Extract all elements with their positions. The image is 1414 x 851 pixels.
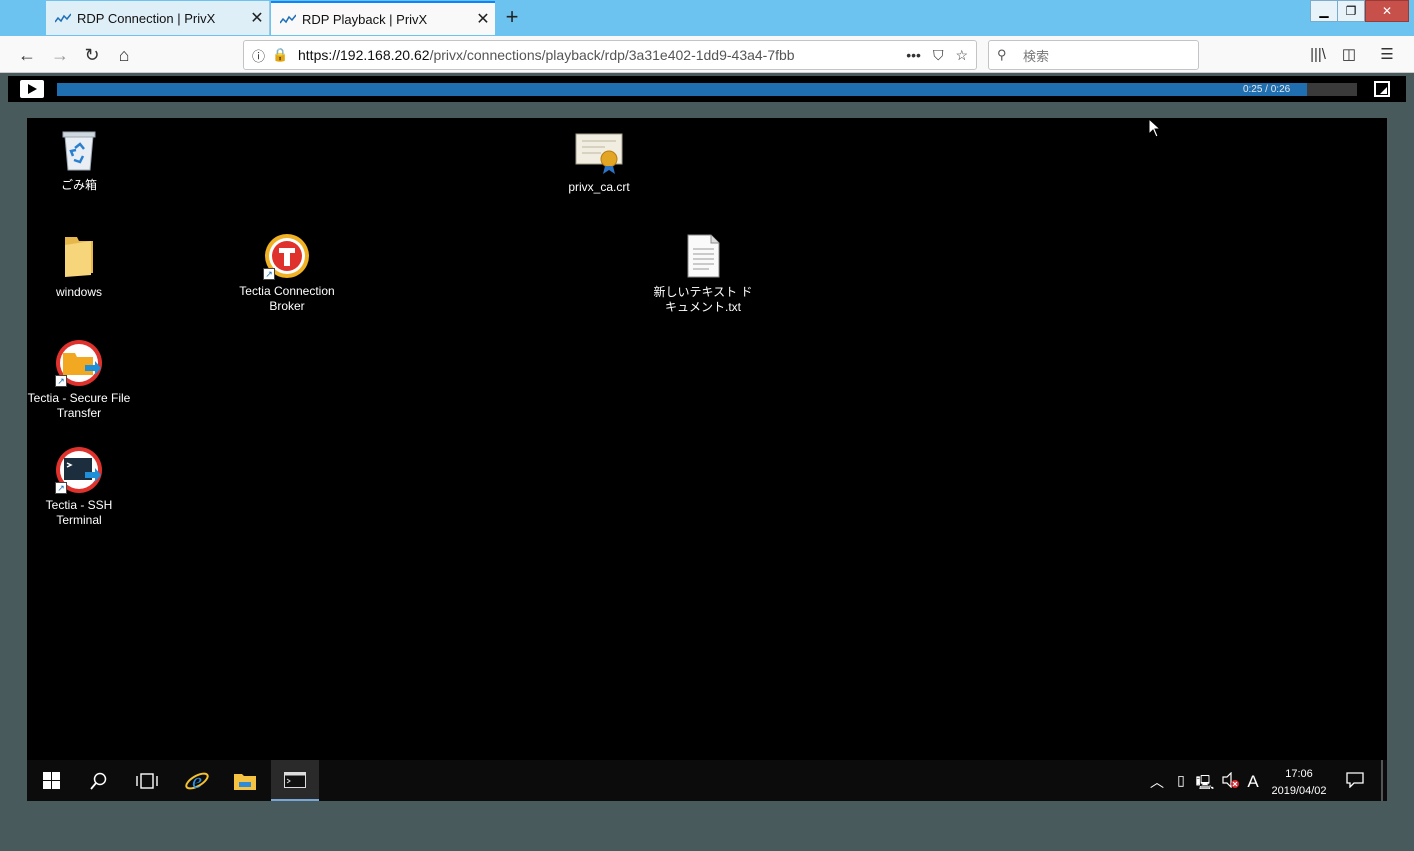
remote-desktop: ごみ箱 privx_ca.crt windows ↗ Tectia Connec… [27, 118, 1387, 801]
playback-controls: 0:25 / 0:26 [8, 76, 1406, 102]
desktop-icon-label: privx_ca.crt [568, 180, 630, 194]
pocket-icon[interactable]: ⛉ [933, 47, 944, 64]
browser-toolbar: ← → ↻ ⌂ ⓘ 🔒 https://192.168.20.62/privx/… [0, 36, 1414, 73]
volume-muted-icon[interactable] [1221, 771, 1241, 790]
desktop-icon-label: Tectia - Secure File Transfer [27, 391, 131, 420]
desktop-icon-tectia-ssh-terminal[interactable]: ↗ Tectia - SSH Terminal [27, 446, 131, 528]
search-input[interactable]: ⚲ 検索 [988, 40, 1199, 70]
menu-button[interactable]: ☰ [1373, 40, 1401, 70]
tab-rdp-playback[interactable]: RDP Playback | PrivX ✕ [271, 1, 495, 35]
bookmark-star-icon[interactable]: ☆ [955, 47, 968, 64]
desktop-icon-tectia-sft[interactable]: ↗ Tectia - Secure File Transfer [27, 339, 131, 421]
forward-arrow-icon: → [51, 45, 69, 65]
timecode: 0:25 / 0:26 [1242, 84, 1291, 95]
desktop-icon-label: Tectia Connection Broker [239, 284, 335, 313]
url-host: https://192.168.20.62 [298, 47, 430, 63]
clock-time: 17:06 [1285, 768, 1313, 780]
desktop-icon-label: Tectia - SSH Terminal [45, 498, 113, 527]
usb-device-icon[interactable]: ▯ [1171, 772, 1191, 790]
tab-title: RDP Playback | PrivX [302, 11, 428, 27]
tab-close-icon[interactable]: ✕ [471, 9, 495, 29]
desktop-icon-label: windows [55, 285, 103, 299]
ime-mode-indicator[interactable]: A [1243, 772, 1263, 791]
tectia-icon: ↗ [263, 232, 311, 280]
task-view-button[interactable] [123, 760, 171, 801]
show-hidden-icons-button[interactable]: ︿ [1147, 772, 1167, 790]
shortcut-arrow-icon: ↗ [55, 482, 67, 494]
start-button[interactable] [27, 760, 75, 801]
insecure-lock-icon[interactable]: 🔒 [272, 47, 292, 63]
internet-explorer-icon: e [185, 768, 209, 793]
clock-date: 2019/04/02 [1271, 785, 1327, 797]
page-actions-icon[interactable]: ••• [906, 47, 921, 64]
url-path: /privx/connections/playback/rdp/3a31e402… [429, 47, 795, 63]
fullscreen-button[interactable] [1374, 81, 1390, 97]
command-prompt-icon [284, 771, 306, 788]
back-arrow-icon: ← [18, 45, 36, 65]
library-button[interactable]: |||\ [1304, 40, 1332, 70]
windows-logo-icon [42, 772, 60, 789]
desktop-icon-tectia-connection-broker[interactable]: ↗ Tectia Connection Broker [235, 232, 339, 314]
progress-fill [57, 83, 1307, 96]
minimize-button[interactable]: ▁ [1310, 0, 1338, 22]
new-tab-button[interactable]: + [500, 4, 524, 32]
search-icon [90, 772, 107, 790]
recycle-bin-icon [55, 126, 103, 174]
search-placeholder: 検索 [1023, 48, 1050, 64]
reload-button[interactable]: ↻ [77, 40, 107, 70]
maximize-button[interactable]: ❐ [1337, 0, 1365, 22]
desktop-icon-new-text-document[interactable]: 新しいテキスト ドキュメント.txt [651, 233, 755, 315]
task-view-icon [136, 772, 158, 789]
url-bar[interactable]: ⓘ 🔒 https://192.168.20.62/privx/connecti… [243, 40, 977, 70]
file-explorer-icon [234, 773, 256, 790]
back-button[interactable]: ← [12, 40, 42, 70]
tab-title: RDP Connection | PrivX [77, 10, 216, 26]
privx-favicon-icon [280, 14, 296, 24]
desktop-icon-privx-ca-crt[interactable]: privx_ca.crt [547, 128, 651, 195]
library-icon: |||\ [1310, 46, 1326, 63]
command-prompt-button[interactable] [271, 760, 319, 801]
mouse-cursor-icon [1148, 118, 1162, 138]
privx-favicon-icon [55, 13, 71, 23]
home-button[interactable]: ⌂ [109, 40, 139, 70]
desktop-icon-label: ごみ箱 [60, 178, 97, 192]
show-desktop-strip[interactable] [1381, 760, 1383, 801]
certificate-icon [575, 128, 623, 176]
search-icon: ⚲ [997, 47, 1007, 62]
tectia-sft-icon: ↗ [55, 339, 103, 387]
shortcut-arrow-icon: ↗ [263, 268, 275, 280]
windows-taskbar: e ︿ ▯ 🖳 A 17:06 2019/04/02 [27, 760, 1387, 801]
play-button[interactable] [20, 80, 44, 98]
home-icon: ⌂ [118, 45, 130, 65]
tectia-ssh-icon: ↗ [55, 446, 103, 494]
hamburger-menu-icon: ☰ [1380, 46, 1394, 63]
notification-icon [1346, 772, 1364, 789]
sidebar-button[interactable]: ◫ [1335, 40, 1363, 70]
search-button[interactable] [75, 760, 123, 801]
desktop-icon-recycle-bin[interactable]: ごみ箱 [27, 126, 131, 193]
browser-tab-strip: RDP Connection | PrivX ✕ RDP Playback | … [0, 0, 1414, 36]
info-icon[interactable]: ⓘ [252, 46, 272, 65]
reload-icon: ↻ [84, 45, 100, 65]
internet-explorer-button[interactable]: e [173, 760, 221, 801]
file-explorer-button[interactable] [221, 760, 269, 801]
system-clock[interactable]: 17:06 2019/04/02 [1263, 766, 1335, 800]
sidebar-icon: ◫ [1341, 46, 1357, 63]
text-file-icon [679, 233, 727, 281]
url-text[interactable]: https://192.168.20.62/privx/connections/… [292, 47, 906, 63]
svg-text:e: e [192, 768, 202, 793]
desktop-icon-windows-folder[interactable]: windows [27, 233, 131, 300]
desktop-icon-label: 新しいテキスト ドキュメント.txt [653, 285, 753, 314]
playback-progress-bar[interactable] [57, 83, 1357, 96]
network-icon[interactable]: 🖳 [1195, 772, 1215, 790]
window-close-button[interactable]: ✕ [1365, 0, 1409, 22]
folder-icon [55, 233, 103, 281]
forward-button[interactable]: → [45, 40, 75, 70]
tab-rdp-connection[interactable]: RDP Connection | PrivX ✕ [46, 1, 270, 35]
action-center-button[interactable] [1345, 772, 1365, 790]
chevron-up-icon: ︿ [1150, 774, 1164, 790]
shortcut-arrow-icon: ↗ [55, 375, 67, 387]
tab-close-icon[interactable]: ✕ [245, 8, 269, 28]
